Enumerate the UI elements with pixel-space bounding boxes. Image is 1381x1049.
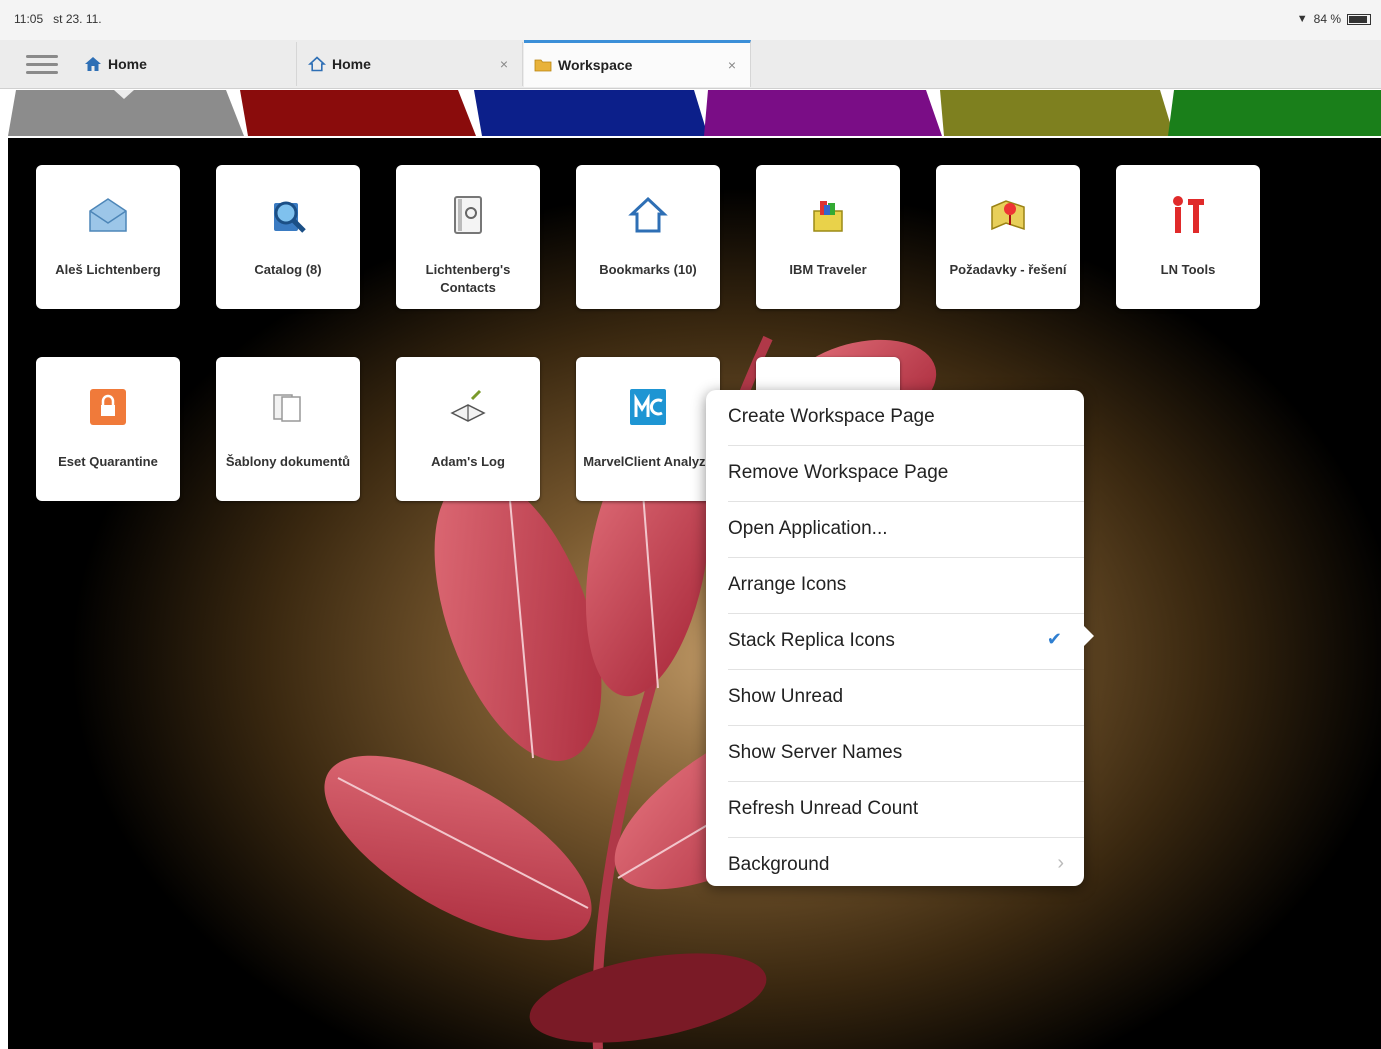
page-tab-purple[interactable] xyxy=(704,90,942,136)
tile-label: Šablony dokumentů xyxy=(225,454,351,469)
tab-label: Home xyxy=(332,56,371,72)
battery-icon xyxy=(1347,13,1371,25)
wifi-icon: ▼ xyxy=(1296,13,1308,25)
tile-label: Adam's Log xyxy=(431,454,505,469)
menu-pointer-arrow xyxy=(1080,622,1094,650)
page-tab-blue[interactable] xyxy=(474,90,708,136)
map-pin-icon xyxy=(991,200,1025,231)
menu-item-refresh-unread-count[interactable]: Refresh Unread Count xyxy=(706,782,1084,838)
menu-item-label: Create Workspace Page xyxy=(728,406,935,427)
page-tab-olive[interactable] xyxy=(940,90,1174,136)
hamburger-menu-icon[interactable] xyxy=(22,50,62,78)
tile-pozadavky-reseni[interactable]: Požadavky - řešení xyxy=(936,165,1080,309)
menu-item-show-server-names[interactable]: Show Server Names xyxy=(706,726,1084,782)
status-date: st 23. 11. xyxy=(53,12,102,26)
tile-catalog[interactable]: Catalog (8) xyxy=(216,165,360,309)
tools-icon xyxy=(1173,196,1204,233)
menu-item-label: Refresh Unread Count xyxy=(728,798,919,819)
home-filled-icon xyxy=(85,57,101,71)
tile-label: IBM Traveler xyxy=(789,262,867,277)
tile-label: Aleš Lichtenberg xyxy=(55,262,161,277)
menu-item-label: Background xyxy=(728,854,830,875)
book-icon xyxy=(450,389,486,422)
tile-label: Požadavky - řešení xyxy=(949,262,1067,277)
menu-item-label: Remove Workspace Page xyxy=(728,462,949,483)
tile-label: Lichtenberg's Contacts xyxy=(425,262,511,295)
status-bar: 11:05 st 23. 11. ▼ 84 % xyxy=(0,0,1381,40)
status-clock: 11:05 st 23. 11. xyxy=(14,12,102,26)
menu-item-label: Open Application... xyxy=(728,518,888,539)
menu-item-show-unread[interactable]: Show Unread xyxy=(706,670,1084,726)
tab-workspace[interactable]: Workspace × xyxy=(524,40,751,87)
tab-label: Workspace xyxy=(558,57,633,73)
home-icon xyxy=(628,196,668,233)
tile-label: Eset Quarantine xyxy=(58,454,158,469)
tile-eset-quarantine[interactable]: Eset Quarantine xyxy=(36,357,180,501)
tile-label: Catalog (8) xyxy=(254,262,322,277)
templates-icon xyxy=(273,394,301,422)
tile-sablony-dokumentu[interactable]: Šablony dokumentů xyxy=(216,357,360,501)
tile-bookmarks[interactable]: Bookmarks (10) xyxy=(576,165,720,309)
menu-item-remove-workspace-page[interactable]: Remove Workspace Page xyxy=(706,446,1084,502)
tile-label: Bookmarks (10) xyxy=(599,262,697,277)
traveler-icon xyxy=(813,201,843,232)
contacts-icon xyxy=(454,196,482,234)
tile-ibm-traveler[interactable]: IBM Traveler xyxy=(756,165,900,309)
marvelclient-icon xyxy=(630,389,666,425)
menu-item-background[interactable]: Background › xyxy=(706,838,1084,886)
checkmark-icon: ✔ xyxy=(1046,629,1062,649)
workspace-page-tabs xyxy=(8,90,1381,136)
menu-item-open-application[interactable]: Open Application... xyxy=(706,502,1084,558)
page-tab-red[interactable] xyxy=(240,90,476,136)
tab-bar: Home Home × Workspace × xyxy=(0,40,1381,89)
status-indicators: ▼ 84 % xyxy=(1297,12,1371,26)
chevron-right-icon: › xyxy=(1057,852,1064,874)
tile-lichtenbergs-contacts[interactable]: Lichtenberg's Contacts xyxy=(396,165,540,309)
folder-icon xyxy=(534,59,552,72)
catalog-search-icon xyxy=(274,201,306,233)
tab-close-icon[interactable]: × xyxy=(728,57,736,73)
tab-close-icon[interactable]: × xyxy=(500,56,508,72)
tab-home-1[interactable]: Home xyxy=(74,42,297,86)
menu-item-label: Show Unread xyxy=(728,686,844,707)
tab-home-2[interactable]: Home × xyxy=(298,42,523,86)
status-time: 11:05 xyxy=(14,12,44,26)
battery-percent: 84 % xyxy=(1313,12,1341,26)
menu-item-label: Show Server Names xyxy=(728,742,903,763)
menu-item-arrange-icons[interactable]: Arrange Icons xyxy=(706,558,1084,614)
tab-label: Home xyxy=(108,56,147,72)
tile-ln-tools[interactable]: LN Tools xyxy=(1116,165,1260,309)
menu-item-label: Stack Replica Icons xyxy=(728,630,895,651)
lock-icon xyxy=(90,389,126,425)
menu-item-stack-replica-icons[interactable]: Stack Replica Icons ✔ xyxy=(706,614,1084,670)
workspace-context-menu: Create Workspace Page Remove Workspace P… xyxy=(706,390,1084,886)
home-outline-icon xyxy=(308,56,326,72)
mail-icon xyxy=(89,198,127,232)
tile-marvelclient-analyze[interactable]: MarvelClient Analyze xyxy=(576,357,720,501)
tile-adams-log[interactable]: Adam's Log xyxy=(396,357,540,501)
tile-label: LN Tools xyxy=(1160,262,1216,277)
tile-label: MarvelClient Analyze xyxy=(583,454,713,469)
menu-item-label: Arrange Icons xyxy=(728,574,847,595)
tile-ales-lichtenberg[interactable]: Aleš Lichtenberg xyxy=(36,165,180,309)
page-tab-green[interactable] xyxy=(1168,90,1381,136)
menu-item-create-workspace-page[interactable]: Create Workspace Page xyxy=(706,390,1084,446)
